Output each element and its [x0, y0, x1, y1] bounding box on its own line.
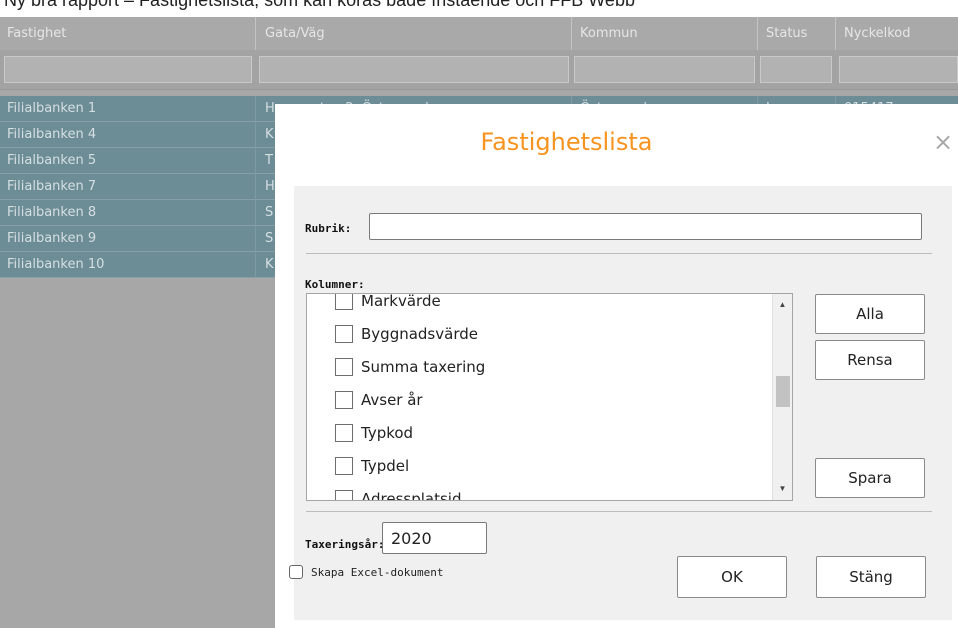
kolumner-label: Kolumner: [305, 278, 365, 291]
column-option-label: Adressplatsid [361, 490, 462, 501]
column-checkbox[interactable] [335, 294, 353, 310]
column-option[interactable]: Markvärde [335, 293, 441, 312]
column-checkbox[interactable] [335, 358, 353, 376]
column-header-status[interactable]: Status [759, 17, 835, 50]
divider [306, 253, 932, 254]
dialog-panel: Rubrik: Kolumner: Markvärde Byggnadsvärde… [294, 186, 952, 620]
table-cell: Filialbanken 8 [7, 205, 97, 220]
column-option[interactable]: Summa taxering [335, 356, 485, 378]
dialog-title: Fastighetslista [480, 128, 653, 156]
taxeringsar-label: Taxeringsår: [305, 538, 385, 551]
filter-row [0, 50, 958, 90]
column-option-label: Avser år [361, 391, 423, 409]
columns-listbox[interactable]: Markvärde Byggnadsvärde Summa taxering Avse… [306, 293, 793, 501]
filter-input-fastighet[interactable] [4, 56, 252, 83]
column-checkbox[interactable] [335, 490, 353, 500]
table-cell: Filialbanken 4 [7, 127, 97, 142]
close-icon[interactable]: × [933, 130, 953, 154]
column-option-label: Typkod [361, 424, 414, 442]
page-caption: Ny bra rapport – Fastighetslista, som ka… [4, 0, 635, 10]
column-checkbox[interactable] [335, 424, 353, 442]
scroll-up-icon[interactable]: ▲ [773, 296, 792, 314]
column-option[interactable]: Byggnadsvärde [335, 323, 478, 345]
column-header-fastighet[interactable]: Fastighet [0, 17, 255, 50]
table-cell: Filialbanken 7 [7, 179, 97, 194]
column-option[interactable]: Typkod [335, 422, 413, 444]
column-option[interactable]: Typdel [335, 455, 409, 477]
filter-input-kommun[interactable] [574, 56, 755, 83]
alla-button[interactable]: Alla [815, 294, 925, 334]
column-header-gata[interactable]: Gata/Väg [258, 17, 571, 50]
column-checkbox[interactable] [335, 391, 353, 409]
column-option-label: Markvärde [361, 293, 441, 310]
excel-checkbox[interactable] [289, 565, 303, 579]
filter-input-status[interactable] [760, 56, 832, 83]
column-header-nyckelkod[interactable]: Nyckelkod [837, 17, 958, 50]
column-option[interactable]: Avser år [335, 389, 423, 411]
divider [306, 511, 932, 512]
filter-input-gata[interactable] [259, 56, 569, 83]
listbox-scrollbar[interactable]: ▲ ▼ [772, 294, 792, 500]
column-option[interactable]: Adressplatsid [335, 488, 462, 501]
fastighetslista-dialog: Fastighetslista × Rubrik: Kolumner: Mark… [275, 104, 958, 628]
excel-label: Skapa Excel-dokument [311, 565, 444, 579]
column-option-label: Byggnadsvärde [361, 325, 478, 343]
stang-button[interactable]: Stäng [816, 556, 926, 598]
table-cell: Filialbanken 5 [7, 153, 97, 168]
column-option-label: Typdel [361, 457, 410, 475]
column-option-label: Summa taxering [361, 358, 486, 376]
table-cell: Filialbanken 10 [7, 257, 105, 272]
scroll-down-icon[interactable]: ▼ [773, 480, 792, 498]
column-checkbox[interactable] [335, 325, 353, 343]
ok-button[interactable]: OK [677, 556, 787, 598]
rubrik-input[interactable] [369, 213, 922, 240]
taxeringsar-input[interactable] [382, 522, 487, 554]
grid-header: Fastighet Gata/Väg Kommun Status Nyckelk… [0, 17, 958, 50]
column-checkbox[interactable] [335, 457, 353, 475]
table-cell: Filialbanken 9 [7, 231, 97, 246]
filter-input-nyckelkod[interactable] [839, 56, 958, 83]
column-header-kommun[interactable]: Kommun [573, 17, 757, 50]
rensa-button[interactable]: Rensa [815, 340, 925, 380]
scroll-thumb[interactable] [776, 376, 790, 407]
rubrik-label: Rubrik: [305, 222, 352, 235]
table-cell: Filialbanken 1 [7, 101, 97, 116]
excel-option[interactable]: Skapa Excel-dokument [289, 565, 443, 579]
spara-button[interactable]: Spara [815, 458, 925, 498]
